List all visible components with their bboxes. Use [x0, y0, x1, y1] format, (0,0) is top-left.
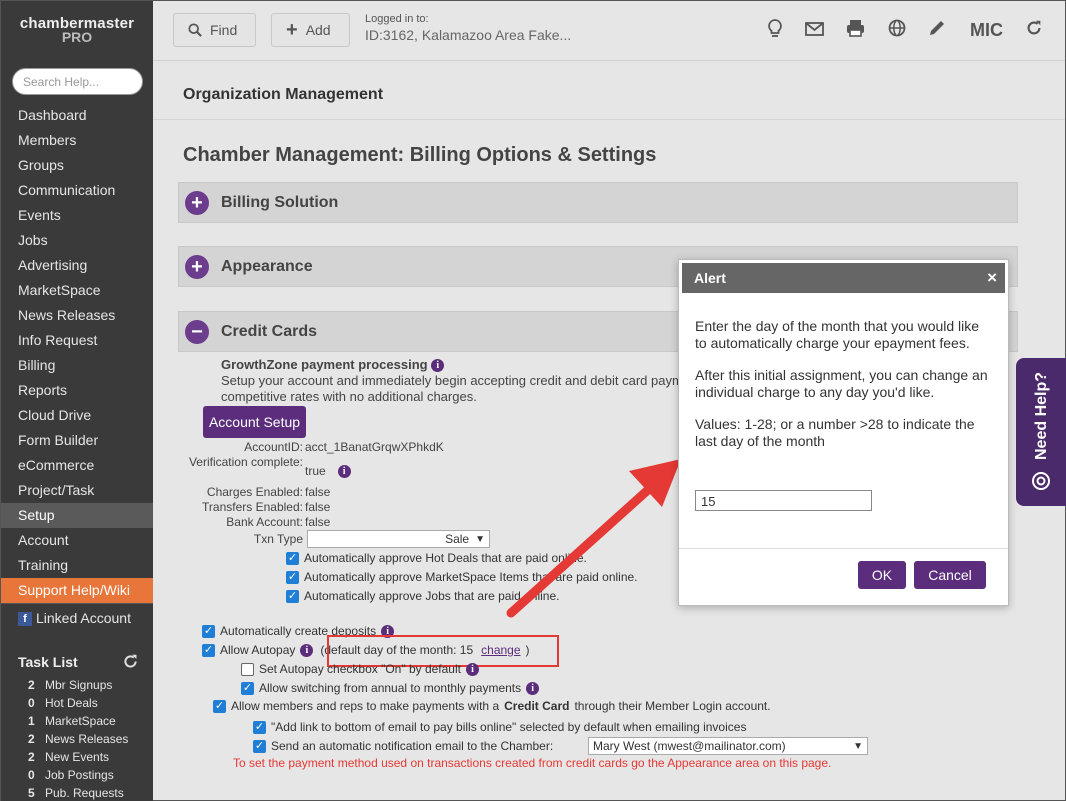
need-help-tab[interactable]: Need Help? — [1016, 358, 1066, 506]
ok-button[interactable]: OK — [858, 561, 906, 589]
alert-title: Alert — [694, 270, 726, 286]
alert-paragraph-3: Values: 1-28; or a number >28 to indicat… — [695, 416, 975, 449]
day-of-month-input[interactable]: 15 — [695, 490, 872, 511]
alert-paragraph-1: Enter the day of the month that you woul… — [695, 318, 980, 351]
alert-paragraph-2: After this initial assignment, you can c… — [695, 367, 988, 400]
alert-header: Alert × — [682, 263, 1005, 293]
close-icon[interactable]: × — [987, 268, 997, 288]
need-help-label: Need Help? — [1033, 371, 1050, 460]
alert-body: Enter the day of the month that you woul… — [679, 296, 1008, 450]
lifebuoy-icon — [1032, 472, 1050, 490]
cancel-button[interactable]: Cancel — [914, 561, 986, 589]
alert-dialog: Alert × Enter the day of the month that … — [678, 259, 1009, 606]
alert-footer: OK Cancel — [679, 548, 1008, 589]
